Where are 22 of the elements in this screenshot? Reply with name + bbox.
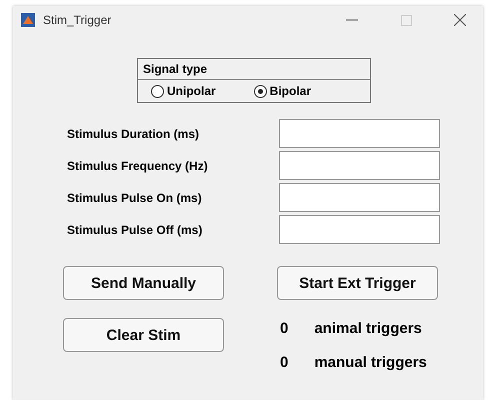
field-label: Stimulus Frequency (Hz) xyxy=(67,158,209,172)
field-label: Stimulus Duration (ms) xyxy=(67,126,200,140)
radio-option[interactable]: Bipolar xyxy=(254,84,312,98)
input-field[interactable] xyxy=(279,183,440,212)
radio-option[interactable]: Unipolar xyxy=(151,84,216,98)
window-title: Stim_Trigger xyxy=(43,13,112,27)
clear-stim-button[interactable]: Clear Stim xyxy=(63,318,224,352)
counter-label: manual triggers xyxy=(314,354,427,371)
close-icon[interactable] xyxy=(454,14,466,26)
app-logo-icon xyxy=(21,13,35,27)
send-manually-button[interactable]: Send Manually xyxy=(63,266,224,300)
minimize-icon[interactable] xyxy=(346,19,358,21)
field-label: Stimulus Pulse On (ms) xyxy=(67,190,203,204)
input-field[interactable] xyxy=(279,151,440,180)
start-trigger-button[interactable]: Start Ext Trigger xyxy=(277,266,438,300)
counter-label: animal triggers xyxy=(314,320,422,337)
input-field[interactable] xyxy=(279,215,440,244)
field-label: Stimulus Pulse Off (ms) xyxy=(67,222,204,236)
panel-title: Signal type xyxy=(138,59,370,80)
counter-value: 0 xyxy=(280,354,288,371)
input-field[interactable] xyxy=(279,119,440,148)
counter-value: 0 xyxy=(280,320,288,337)
